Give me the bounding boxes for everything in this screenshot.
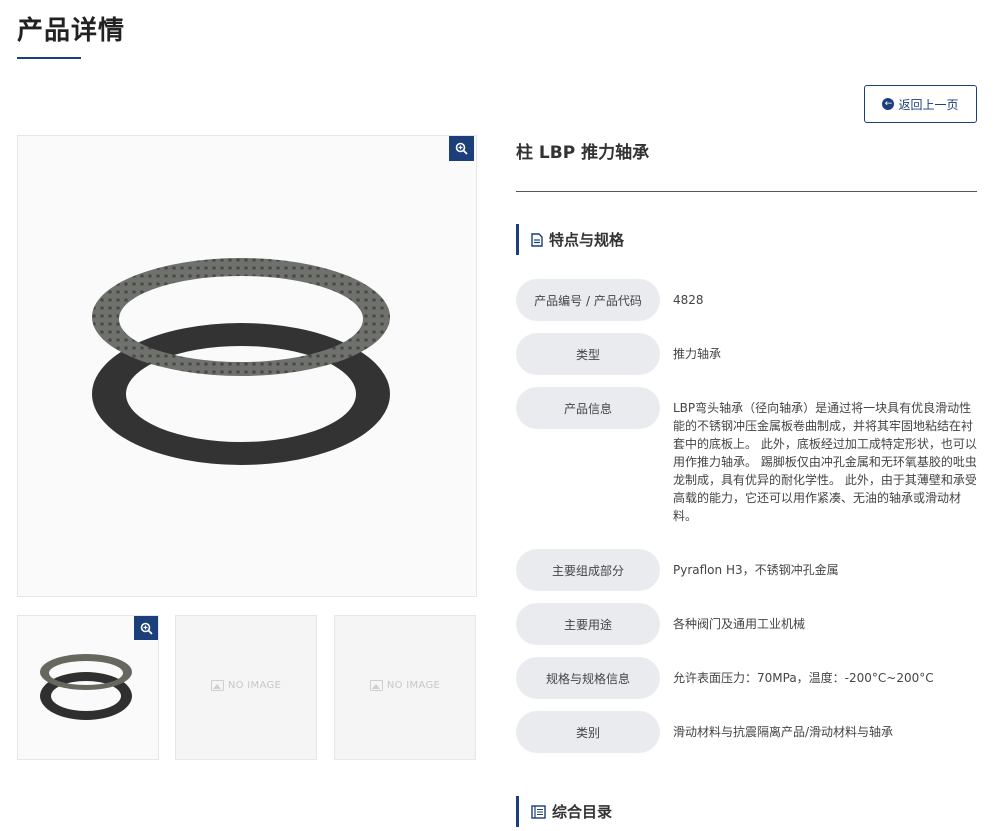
catalog-section-title: 综合目录 [552,803,613,821]
spec-value: 各种阀门及通用工业机械 [673,617,806,631]
back-button[interactable]: ← 返回上一页 [864,85,977,123]
spec-label: 主要组成部分 [516,549,660,591]
zoom-in-icon [140,622,153,635]
catalog-section-heading: 综合目录 [516,796,612,827]
image-placeholder-icon [369,680,383,691]
book-icon [531,804,546,819]
title-underline [17,57,81,59]
thumbnail-1[interactable] [17,615,159,760]
specs-section-title: 特点与规格 [549,231,625,249]
specs-section-heading: 特点与规格 [516,224,624,255]
spec-value: LBP弯头轴承（径向轴承）是通过将一块具有优良滑动性能的不锈钢冲压金属板卷曲制成… [673,401,977,523]
no-image-text: NO IMAGE [386,680,441,691]
spec-value: 4828 [673,293,704,307]
main-product-image[interactable] [17,135,477,597]
spec-value: 推力轴承 [673,347,722,361]
spec-value: Pyraflon H3，不锈钢冲孔金属 [673,563,839,577]
arrow-left-circle-icon: ← [882,98,895,110]
no-image-placeholder: NO IMAGE [176,680,316,691]
zoom-in-button[interactable] [449,136,474,161]
spec-value: 允许表面压力：70MPa，温度：-200°C~200°C [673,671,934,685]
spec-label: 主要用途 [516,603,660,645]
spec-label: 产品编号 / 产品代码 [516,279,660,321]
back-button-label: 返回上一页 [898,97,959,112]
thumbnail-zoom-button[interactable] [134,616,158,640]
product-name: 柱 LBP 推力轴承 [516,143,650,163]
document-icon [531,232,543,247]
thumbnail-3[interactable]: NO IMAGE [334,615,476,760]
spec-value: 滑动材料与抗震隔离产品/滑动材料与轴承 [673,725,894,739]
product-name-divider [516,191,977,192]
image-placeholder-icon [210,680,224,691]
spec-label: 类别 [516,711,660,753]
no-image-placeholder: NO IMAGE [335,680,475,691]
spec-label: 类型 [516,333,660,375]
page-title: 产品详情 [17,16,126,46]
thumbnail-2[interactable]: NO IMAGE [175,615,317,760]
thrust-bearing-image [92,258,390,465]
zoom-in-icon [455,142,468,155]
spec-label: 规格与规格信息 [516,657,660,699]
no-image-text: NO IMAGE [227,680,282,691]
spec-label: 产品信息 [516,387,660,429]
